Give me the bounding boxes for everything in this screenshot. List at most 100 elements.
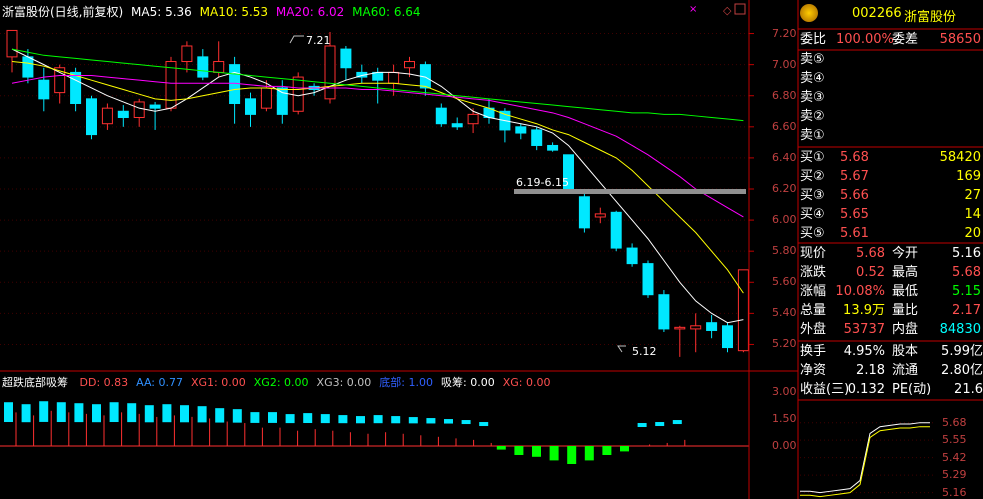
candle[interactable] xyxy=(197,56,209,78)
candle[interactable] xyxy=(340,48,352,69)
indicator-bar[interactable] xyxy=(356,416,365,424)
candle[interactable] xyxy=(594,213,606,218)
candle[interactable] xyxy=(245,98,256,115)
sell-row[interactable]: 卖③ xyxy=(800,88,983,108)
indicator-bar[interactable] xyxy=(637,423,647,428)
logo-icon xyxy=(800,4,818,22)
indicator-bar[interactable] xyxy=(391,416,401,424)
candle[interactable] xyxy=(674,326,686,330)
indicator-bar[interactable] xyxy=(74,403,84,423)
candle[interactable] xyxy=(22,56,34,78)
candle[interactable] xyxy=(181,45,193,63)
candle[interactable] xyxy=(117,110,129,118)
candle[interactable] xyxy=(722,325,733,349)
candle[interactable] xyxy=(388,71,400,84)
candle[interactable] xyxy=(610,211,622,249)
indicator-bar[interactable] xyxy=(620,446,629,452)
indicator-bars[interactable] xyxy=(0,401,749,464)
indicator-bar[interactable] xyxy=(373,415,383,424)
candle[interactable] xyxy=(149,104,161,109)
indicator-bar[interactable] xyxy=(197,406,207,423)
mini-intraday-chart[interactable] xyxy=(800,422,935,498)
candle[interactable] xyxy=(515,126,527,134)
candle[interactable] xyxy=(213,61,225,73)
candle[interactable] xyxy=(324,45,336,100)
candle[interactable] xyxy=(547,144,559,151)
indicator-bar[interactable] xyxy=(549,446,559,461)
sell-row[interactable]: 卖④ xyxy=(800,69,983,89)
sell-row[interactable]: 卖① xyxy=(800,126,983,146)
candle[interactable] xyxy=(86,98,97,136)
indicator-bar[interactable] xyxy=(426,418,436,424)
sell-label: 卖② xyxy=(800,109,825,124)
candle[interactable] xyxy=(737,269,749,352)
indicator-bar[interactable] xyxy=(162,404,172,423)
indicator-bar[interactable] xyxy=(4,402,13,423)
close-icon[interactable]: × xyxy=(689,4,697,15)
candle[interactable] xyxy=(133,101,145,118)
candle[interactable] xyxy=(690,325,702,330)
candle[interactable] xyxy=(101,107,113,125)
buy-row[interactable]: 买③ 5.66 27 xyxy=(800,186,983,206)
indicator-bar[interactable] xyxy=(109,402,119,423)
candle[interactable] xyxy=(70,71,82,104)
candle[interactable] xyxy=(531,129,543,146)
indicator-bar[interactable] xyxy=(514,446,524,455)
indicator-tick-label: 0.00 xyxy=(772,439,797,452)
indicator-bar[interactable] xyxy=(479,422,489,427)
indicator-bar[interactable] xyxy=(461,420,471,425)
indicator-bar[interactable] xyxy=(496,446,506,450)
candle[interactable] xyxy=(404,61,415,69)
mini-tick-label: 5.29 xyxy=(942,468,967,482)
candle[interactable] xyxy=(38,79,50,100)
candle[interactable] xyxy=(6,29,18,58)
buy-row[interactable]: 买② 5.67 169 xyxy=(800,167,983,187)
candle[interactable] xyxy=(578,196,590,229)
indicator-bar[interactable] xyxy=(320,414,330,424)
sell-row[interactable]: 卖② xyxy=(800,107,983,127)
indicator-bar[interactable] xyxy=(303,413,313,424)
indicator-bar[interactable] xyxy=(408,417,418,424)
buy-row[interactable]: 买① 5.68 58420 xyxy=(800,148,983,168)
candle[interactable] xyxy=(292,76,304,112)
diamond-icon[interactable]: ◇ xyxy=(723,4,732,17)
indicator-bar[interactable] xyxy=(602,446,612,455)
indicator-bar[interactable] xyxy=(672,420,682,425)
indicator-bar[interactable] xyxy=(56,402,66,423)
indicator-bar[interactable] xyxy=(250,412,260,423)
indicator-bar[interactable] xyxy=(444,419,453,424)
candle[interactable] xyxy=(706,322,718,331)
indicator-bar[interactable] xyxy=(232,409,242,423)
candle[interactable] xyxy=(435,107,447,125)
mini-tick-label: 5.16 xyxy=(942,485,967,499)
indicator-bar[interactable] xyxy=(584,446,594,461)
indicator-bar[interactable] xyxy=(92,404,101,423)
window-toggle-icon[interactable] xyxy=(734,3,746,15)
candle[interactable] xyxy=(658,294,670,330)
indicator-bar[interactable] xyxy=(127,403,137,423)
buy-price: 5.67 xyxy=(840,169,869,184)
indicator-bar[interactable] xyxy=(180,405,189,423)
candle[interactable] xyxy=(260,87,272,109)
candle[interactable] xyxy=(626,247,638,265)
indicator-bar[interactable] xyxy=(532,446,541,457)
candle[interactable] xyxy=(467,113,479,125)
indicator-bar[interactable] xyxy=(285,414,295,424)
candle[interactable] xyxy=(276,87,288,115)
buy-volume: 14 xyxy=(964,207,981,222)
buy-row[interactable]: 买④ 5.65 14 xyxy=(800,205,983,225)
indicator-bar[interactable] xyxy=(215,408,225,423)
stat-row: 现价 5.68 今开 5.16 xyxy=(800,244,983,264)
candle[interactable] xyxy=(642,263,654,296)
indicator-bar[interactable] xyxy=(338,415,348,424)
buy-row[interactable]: 买⑤ 5.61 20 xyxy=(800,224,983,244)
indicator-bar[interactable] xyxy=(268,412,277,423)
indicator-bar[interactable] xyxy=(567,446,577,464)
indicator-bar[interactable] xyxy=(39,401,49,422)
indicator-bar[interactable] xyxy=(144,405,154,423)
sell-row[interactable]: 卖⑤ xyxy=(800,50,983,70)
indicator-bar[interactable] xyxy=(21,404,31,423)
candle[interactable] xyxy=(451,123,463,128)
indicator-bar[interactable] xyxy=(655,422,665,427)
indicator-value: 吸筹: 0.00 xyxy=(441,376,495,389)
